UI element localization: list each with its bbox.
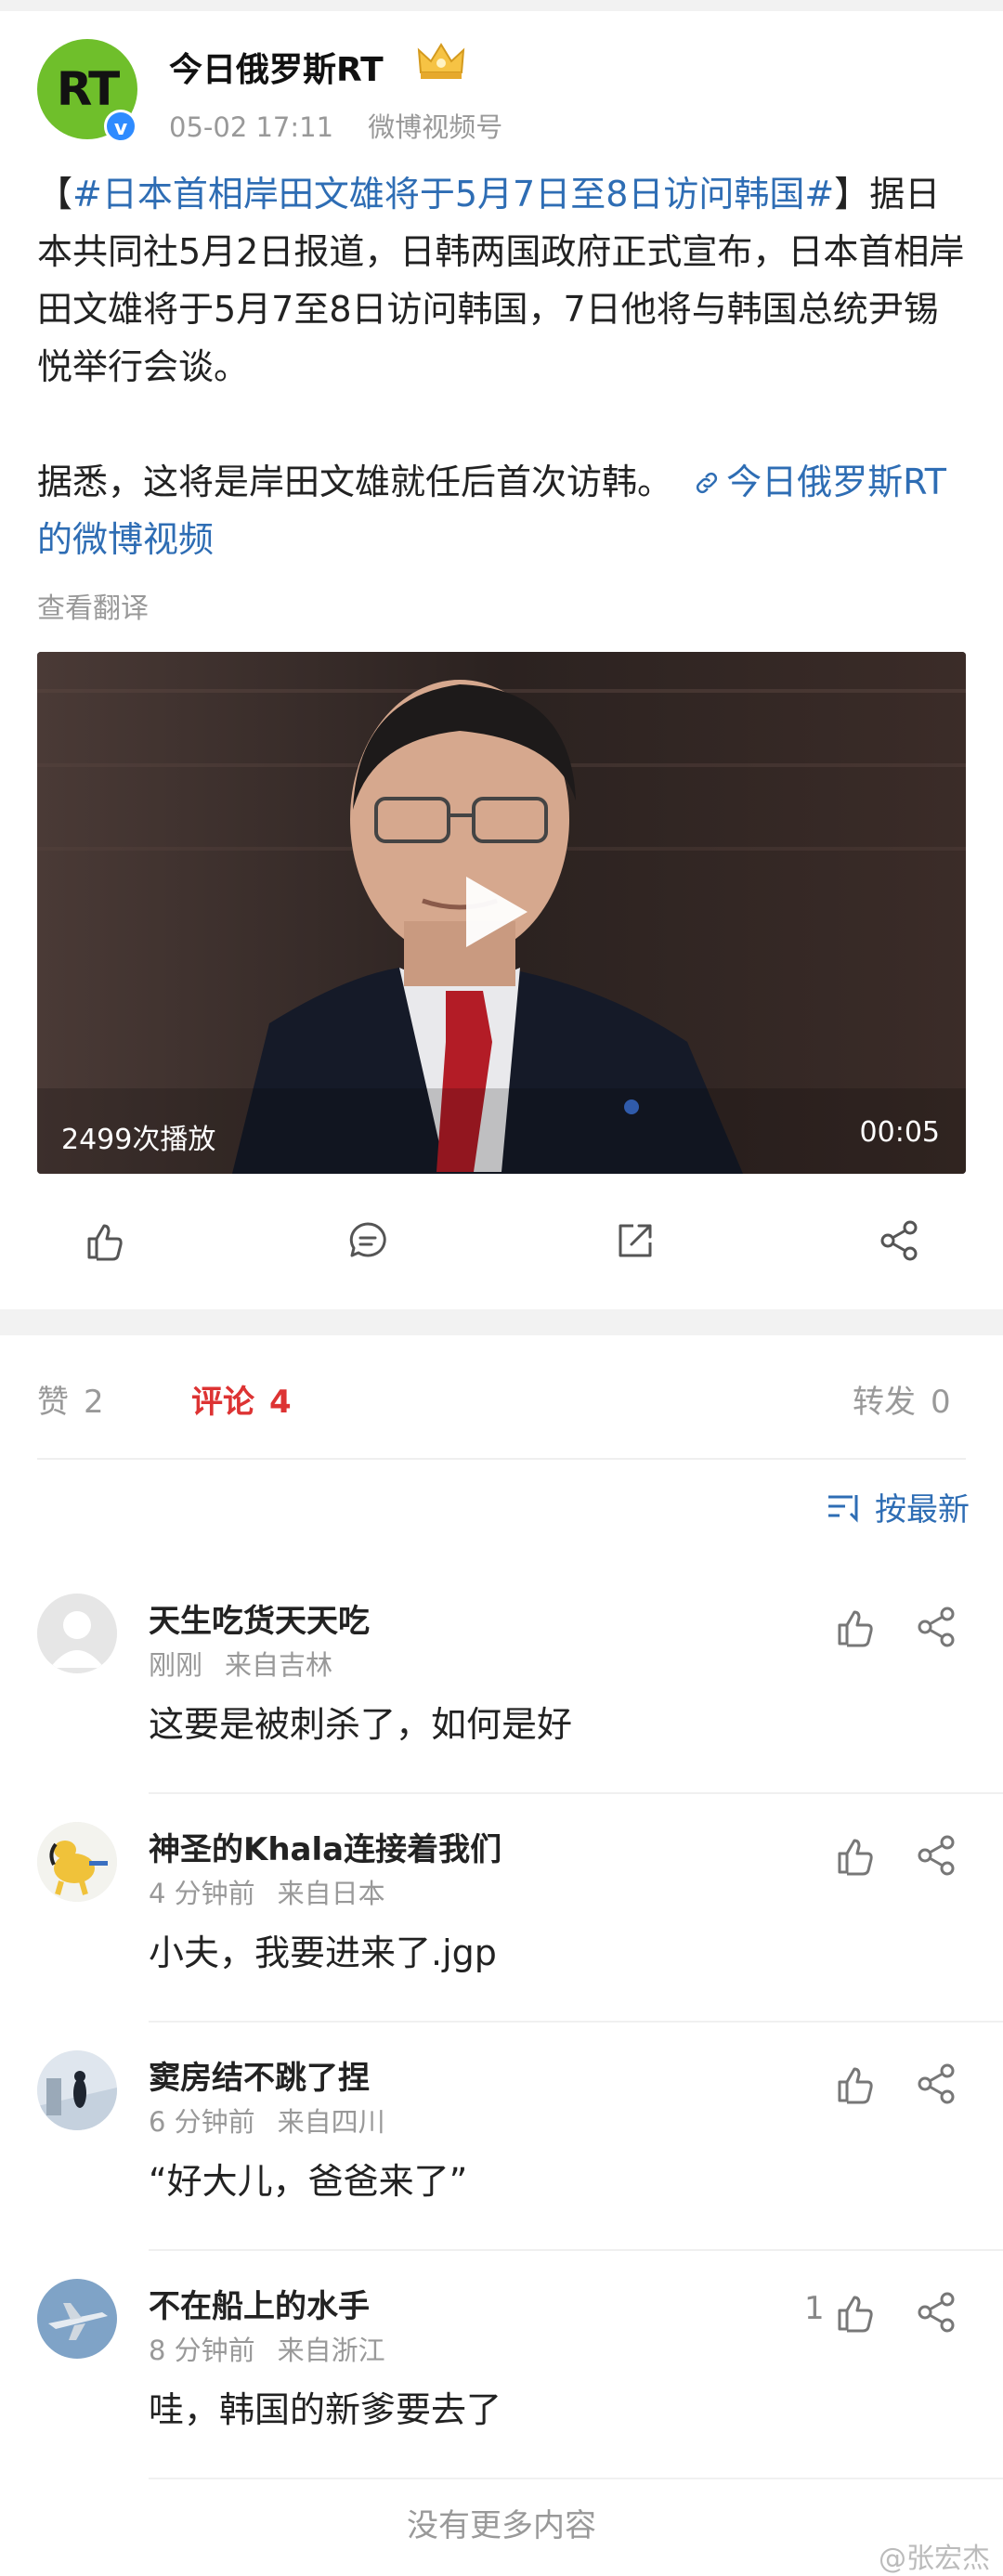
- commenter-name[interactable]: 不在船上的水手: [149, 2281, 370, 2326]
- video-duration: 00:05: [859, 1116, 940, 1149]
- comment-meta: 6 分钟前 来自四川: [149, 2101, 408, 2140]
- like-icon[interactable]: [82, 1218, 126, 1263]
- comment-divider: [149, 2021, 1003, 2023]
- comment-time: 4 分钟前: [149, 1878, 255, 1909]
- comment-meta: 8 分钟前 来自浙江: [149, 2329, 408, 2368]
- commenter-name[interactable]: 神圣的Khala连接着我们: [149, 1824, 502, 1869]
- comment-share-icon[interactable]: [914, 2062, 958, 2106]
- comment-divider: [149, 1792, 1003, 1794]
- crown-icon: [417, 43, 465, 79]
- default-avatar-icon: [37, 1594, 117, 1673]
- no-more-content: 没有更多内容: [407, 2507, 596, 2544]
- translate-link[interactable]: 查看翻译: [37, 585, 149, 626]
- cartoon-dog-avatar-icon: [37, 1822, 117, 1902]
- comment-location: 来自日本: [277, 1878, 385, 1909]
- video-views: 2499次播放: [61, 1124, 216, 1156]
- comment-divider: [149, 2249, 1003, 2251]
- commenter-name[interactable]: 窦房结不跳了捏: [149, 2052, 370, 2098]
- tab-reposts-label: 转发: [853, 1384, 916, 1421]
- comment-item: 神圣的Khala连接着我们 4 分钟前 来自日本 小夫，我要进来了.jgp: [0, 1809, 1003, 2037]
- tab-reposts[interactable]: 转发 0: [853, 1376, 951, 1422]
- comment-share-icon[interactable]: [914, 1605, 958, 1649]
- comment-meta: 4 分钟前 来自日本: [149, 1872, 408, 1911]
- comment-item: 不在船上的水手 8 分钟前 来自浙江 哇，韩国的新爹要去了 1: [0, 2266, 1003, 2494]
- comment-time: 8 分钟前: [149, 2335, 255, 2366]
- tab-comments-label: 评论: [191, 1384, 254, 1421]
- tab-likes-label: 赞: [37, 1384, 69, 1421]
- tabs-divider: [37, 1458, 966, 1460]
- comment-item: 窦房结不跳了捏 6 分钟前 来自四川 “好大儿，爸爸来了”: [0, 2037, 1003, 2266]
- comment-location: 来自吉林: [225, 1649, 333, 1681]
- comment-divider: [149, 2478, 1003, 2479]
- top-strip: [0, 0, 1003, 11]
- tab-reposts-count: 0: [931, 1384, 951, 1421]
- sort-toggle[interactable]: 按最新: [827, 1484, 970, 1529]
- comment-time: 6 分钟前: [149, 2106, 255, 2138]
- hashtag-link[interactable]: #日本首相岸田文雄将于5月7日至8日访问韩国#: [72, 174, 834, 215]
- comment-text: 小夫，我要进来了.jgp: [149, 1932, 497, 1973]
- comment-like-icon[interactable]: [832, 2062, 877, 2106]
- comment-share-icon[interactable]: [914, 2290, 958, 2335]
- repost-icon[interactable]: [613, 1218, 658, 1263]
- author-name[interactable]: 今日俄罗斯RT: [169, 43, 384, 91]
- comment-like-icon[interactable]: [832, 1605, 877, 1649]
- commenter-name[interactable]: 天生吃货天天吃: [149, 1595, 370, 1641]
- comment-meta: 刚刚 来自吉林: [149, 1644, 355, 1683]
- tab-likes[interactable]: 赞2: [37, 1376, 104, 1422]
- comment-location: 来自浙江: [277, 2335, 385, 2366]
- commenter-avatar[interactable]: [37, 2050, 117, 2130]
- snow-figure-avatar-icon: [37, 2050, 117, 2130]
- play-icon[interactable]: [466, 877, 528, 947]
- post-time: 05-02 17:11: [169, 111, 334, 143]
- jet-avatar-icon: [37, 2279, 117, 2359]
- body-paragraph-2: 据悉，这将是岸田文雄就任后首次访韩。: [37, 462, 673, 502]
- comment-like-count: 1: [804, 2290, 825, 2327]
- comment-share-icon[interactable]: [914, 1833, 958, 1878]
- post-action-bar: [0, 1198, 1003, 1281]
- tab-comments[interactable]: 评论 4: [191, 1376, 292, 1422]
- comment-text: 这要是被刺杀了，如何是好: [149, 1704, 573, 1745]
- section-divider: [0, 1309, 1003, 1335]
- comment-text: “好大儿，爸爸来了”: [149, 2161, 468, 2202]
- comment-item: 天生吃货天天吃 刚刚 来自吉林 这要是被刺杀了，如何是好: [0, 1581, 1003, 1809]
- video-player[interactable]: 2499次播放 00:05: [37, 652, 966, 1174]
- watermark: @张宏杰: [879, 2543, 990, 2575]
- post-source: 微博视频号: [368, 111, 503, 143]
- share-icon[interactable]: [877, 1218, 921, 1263]
- commenter-avatar[interactable]: [37, 2279, 117, 2359]
- tab-comments-count: 4: [269, 1384, 292, 1421]
- body-bracket: 【: [37, 174, 73, 215]
- sort-icon: [828, 1494, 858, 1523]
- comment-like-icon[interactable]: [832, 2290, 877, 2335]
- verified-badge-icon: v: [104, 110, 137, 143]
- comment-time: 刚刚: [149, 1649, 203, 1681]
- tab-likes-count: 2: [84, 1384, 104, 1421]
- commenter-avatar[interactable]: [37, 1594, 117, 1673]
- post-body: 【#日本首相岸田文雄将于5月7日至8日访问韩国#】据日本共同社5月2日报道，日韩…: [37, 165, 966, 568]
- comment-like-icon[interactable]: [832, 1833, 877, 1878]
- link-icon: [697, 472, 718, 494]
- post-meta: 05-02 17:11 微博视频号: [169, 106, 528, 145]
- sort-label: 按最新: [875, 1491, 970, 1529]
- comment-text: 哇，韩国的新爹要去了: [149, 2389, 502, 2430]
- commenter-avatar[interactable]: [37, 1822, 117, 1902]
- comment-location: 来自四川: [277, 2106, 385, 2138]
- comment-icon[interactable]: [345, 1218, 390, 1263]
